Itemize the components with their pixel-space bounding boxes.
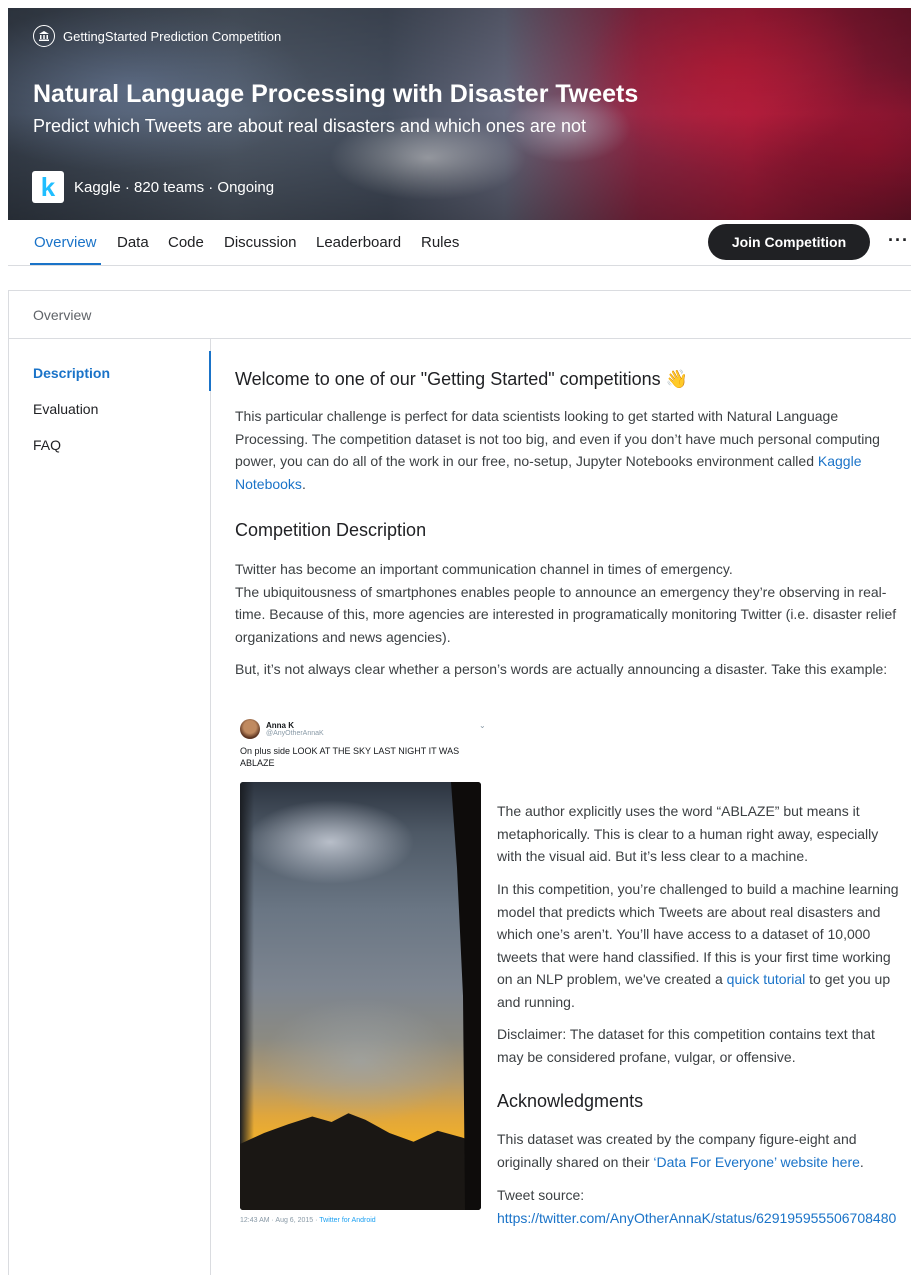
competition-header-banner: GettingStarted Prediction Competition Na…	[8, 8, 911, 220]
tweet-client: Twitter for Android	[319, 1217, 376, 1224]
tab-rules[interactable]: Rules	[421, 234, 459, 251]
welcome-heading: Welcome to one of our "Getting Started" …	[235, 369, 689, 389]
competition-tabs: Overview Data Code Discussion Leaderboar…	[8, 220, 911, 266]
tweet-source: Tweet source: https://twitter.com/AnyOthe…	[497, 1184, 897, 1229]
competition-subtitle: Predict which Tweets are about real disa…	[33, 116, 586, 136]
tweet-source-label: Tweet source:	[497, 1187, 585, 1203]
tab-code[interactable]: Code	[168, 234, 204, 251]
overview-sidebar: Description Evaluation FAQ	[9, 339, 211, 1275]
competition-kind-label: GettingStarted Prediction Competition	[63, 28, 282, 44]
competition-title: Natural Language Processing with Disaste…	[33, 80, 639, 108]
host-meta: Kaggle · 820 teams · Ongoing	[74, 178, 275, 196]
data-for-everyone-link[interactable]: ‘Data For Everyone’ website here	[653, 1154, 859, 1170]
sidebar-item-faq[interactable]: FAQ	[33, 437, 61, 453]
chevron-down-icon: ⌄	[479, 721, 486, 730]
sidebar-item-evaluation[interactable]: Evaluation	[33, 401, 98, 417]
avatar	[240, 719, 260, 739]
overview-panel: Overview Description Evaluation FAQ Welc…	[8, 290, 911, 1275]
description-paragraph-2: But, it’s not always clear whether a per…	[235, 661, 888, 677]
sidebar-item-description[interactable]: Description	[33, 365, 110, 381]
tweet-author: Anna K @AnyOtherAnnaK	[240, 719, 485, 739]
tab-leaderboard[interactable]: Leaderboard	[316, 234, 401, 251]
tweet-author-name: Anna K	[266, 721, 294, 730]
tab-data[interactable]: Data	[117, 234, 149, 251]
tweet-photo	[240, 782, 481, 1210]
tweet-timestamp: 12:43 AM · Aug 6, 2015 · Twitter for And…	[240, 1217, 376, 1224]
quick-tutorial-link[interactable]: quick tutorial	[727, 971, 806, 987]
challenge-paragraph: In this competition, you’re challenged t…	[497, 881, 899, 1010]
more-options-icon[interactable]: ···	[888, 230, 909, 251]
competition-kind: GettingStarted Prediction Competition	[33, 25, 281, 47]
join-competition-button[interactable]: Join Competition	[708, 224, 870, 260]
author-note-paragraph: The author explicitly uses the word “ABL…	[497, 803, 879, 864]
tweet-source-link[interactable]: https://twitter.com/AnyOtherAnnaK/status…	[497, 1210, 896, 1226]
acknowledgments-heading: Acknowledgments	[497, 1091, 644, 1111]
example-tweet: Anna K @AnyOtherAnnaK ⌄ On plus side LOO…	[240, 719, 486, 1224]
institution-icon	[33, 25, 55, 47]
disclaimer-paragraph: Disclaimer: The dataset for this competi…	[497, 1026, 875, 1065]
tweet-author-handle: @AnyOtherAnnaK	[266, 730, 324, 737]
description-paragraph-1: Twitter has become an important communic…	[235, 561, 897, 645]
host-info: k Kaggle · 820 teams · Ongoing	[32, 171, 274, 203]
kaggle-logo-icon[interactable]: k	[32, 171, 64, 203]
section-header: Overview	[9, 291, 911, 339]
intro-paragraph: This particular challenge is perfect for…	[235, 408, 880, 492]
tab-overview[interactable]: Overview	[30, 234, 101, 265]
tab-discussion[interactable]: Discussion	[224, 234, 297, 251]
competition-description-heading: Competition Description	[235, 520, 427, 540]
acknowledgments-paragraph: This dataset was created by the company …	[497, 1131, 864, 1170]
tweet-text: On plus side LOOK AT THE SKY LAST NIGHT …	[240, 746, 460, 768]
